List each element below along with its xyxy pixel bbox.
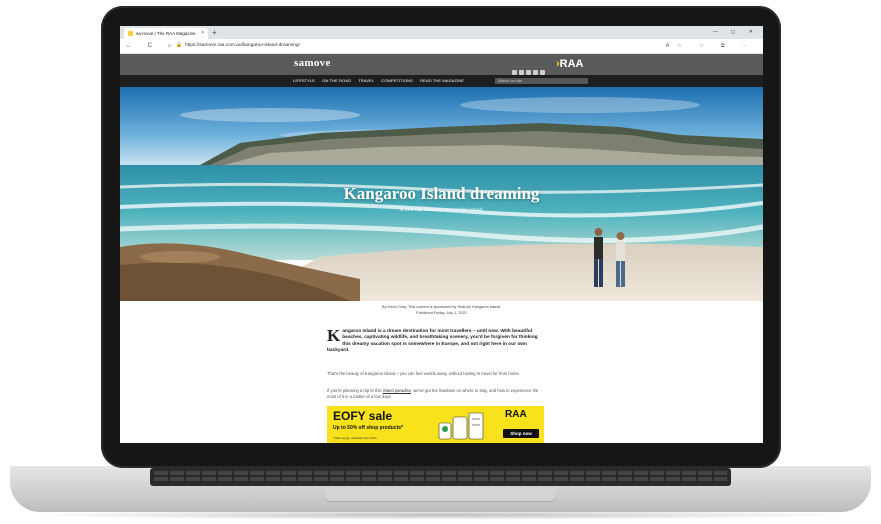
ad-subtitle: Up to 50% off shop products* bbox=[333, 425, 403, 431]
raa-logo[interactable]: ›RAA bbox=[556, 58, 584, 70]
browser-tab-bar: sa-move | The RAA Magazine × + — ◻ ✕ bbox=[120, 26, 763, 39]
laptop-keyboard bbox=[150, 468, 731, 486]
nav-items: LIFESTYLE ON THE ROAD TRAVEL COMPETITION… bbox=[293, 75, 470, 87]
nav-item-on-the-road[interactable]: ON THE ROAD bbox=[322, 78, 351, 83]
ad-terms: *T&Cs apply, available from RAA. bbox=[333, 436, 378, 440]
shop-now-button[interactable]: Shop now bbox=[503, 429, 539, 438]
new-tab-button[interactable]: + bbox=[212, 27, 217, 38]
intro-text: angaroo Island is a dream destination fo… bbox=[327, 329, 538, 353]
island-paradise-link[interactable]: island paradise bbox=[383, 388, 411, 393]
browser-address-bar: ← C ⌂ 🔒 https://samove.raa.com.au/kangaro… bbox=[120, 39, 763, 54]
site-favicon-icon bbox=[128, 31, 133, 37]
article-title: Kangaroo Island dreaming bbox=[343, 184, 540, 203]
eofy-sale-banner[interactable]: EOFY sale Up to 50% off shop products* *… bbox=[327, 406, 544, 443]
shop-products-icon bbox=[438, 412, 484, 440]
close-tab-icon[interactable]: × bbox=[201, 28, 204, 39]
tab-title: sa-move | The RAA Magazine bbox=[136, 31, 196, 36]
site-search-input[interactable]: Search our site... bbox=[495, 78, 588, 84]
site-logo[interactable]: samove bbox=[294, 57, 331, 69]
back-refresh-home-icons[interactable]: ← C ⌂ bbox=[126, 39, 178, 53]
nav-item-lifestyle[interactable]: LIFESTYLE bbox=[293, 78, 315, 83]
hero-image: Kangaroo Island dreaming A four day itin… bbox=[120, 87, 763, 301]
url-field[interactable]: 🔒 https://samove.raa.com.au/kangaroo-isla… bbox=[176, 41, 696, 51]
laptop-screen: sa-move | The RAA Magazine × + — ◻ ✕ ← C… bbox=[120, 26, 763, 443]
browser-toolbar-icons[interactable]: A☆ ☆ ⧉ ⋯ bbox=[666, 39, 755, 53]
site-header: samove ›RAA bbox=[120, 54, 763, 75]
drop-cap: K bbox=[327, 326, 341, 345]
laptop-trackpad bbox=[325, 488, 556, 501]
site-navigation: LIFESTYLE ON THE ROAD TRAVEL COMPETITION… bbox=[120, 75, 763, 87]
article-intro: Kangaroo Island is a dream destination f… bbox=[327, 326, 541, 354]
article-paragraph-1: That's the beauty of Kangaroo Island – y… bbox=[327, 371, 520, 376]
key-row bbox=[154, 477, 727, 481]
article-paragraph-2: If you're planning a trip to this island… bbox=[327, 388, 541, 400]
browser-tab[interactable]: sa-move | The RAA Magazine × bbox=[124, 28, 208, 39]
nav-item-travel[interactable]: TRAVEL bbox=[358, 78, 374, 83]
ad-raa-logo: RAA bbox=[505, 409, 527, 420]
paragraph-text: If you're planning a trip to this bbox=[327, 388, 383, 393]
ad-title: EOFY sale bbox=[333, 409, 393, 423]
url-text: https://samove.raa.com.au/kangaroo-islan… bbox=[184, 43, 300, 48]
key-row bbox=[154, 471, 727, 475]
article-byline: By Kevin Gray. This content is sponsored… bbox=[120, 304, 763, 316]
window-controls[interactable]: — ◻ ✕ bbox=[713, 26, 759, 39]
article-subtitle: A four day itinerary around the island. bbox=[399, 207, 484, 213]
lock-icon: 🔒 bbox=[176, 43, 182, 48]
nav-item-read-the-magazine[interactable]: READ THE MAGAZINE bbox=[420, 78, 464, 83]
raa-logo-text: RAA bbox=[559, 58, 584, 70]
nav-item-competitions[interactable]: COMPETITIONS bbox=[381, 78, 413, 83]
publish-date: Published Friday, July 1, 2022 bbox=[416, 311, 467, 315]
